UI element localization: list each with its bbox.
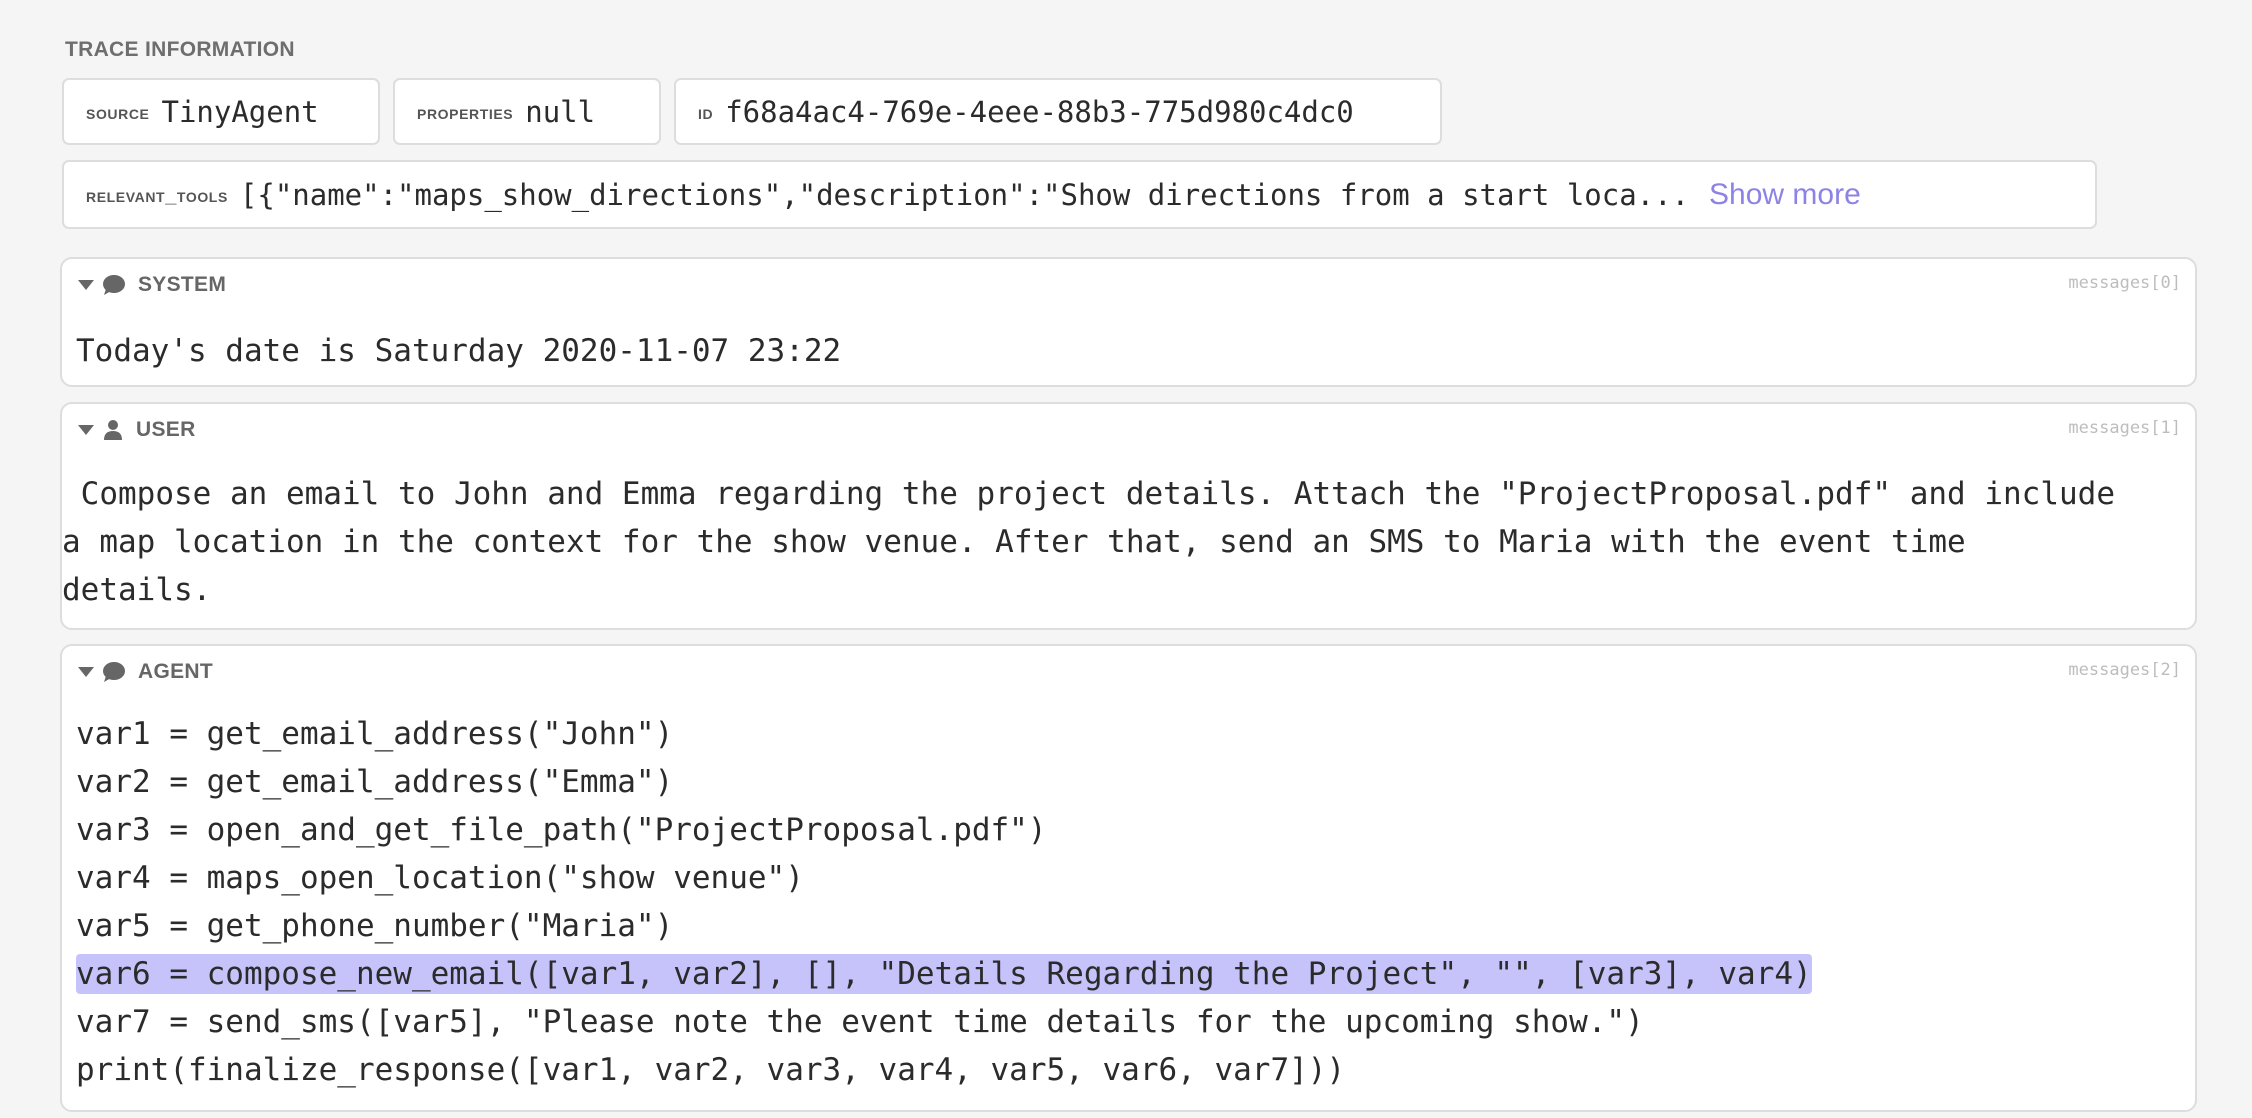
- code-line: var5 = get_phone_number("Maria"): [76, 908, 674, 944]
- speech-bubble-icon: [103, 275, 125, 295]
- agent-code-block: var1 = get_email_address("John") var2 = …: [76, 710, 2181, 1094]
- code-line: var4 = maps_open_location("show venue"): [76, 860, 804, 896]
- properties-key: properties: [417, 102, 514, 124]
- message-header-toggle[interactable]: USER: [78, 418, 196, 442]
- relevant-tools-chip: relevant_tools [{"name":"maps_show_direc…: [62, 160, 2097, 229]
- message-card-agent: AGENT messages[2] var1 = get_email_addre…: [60, 644, 2197, 1112]
- caret-down-icon: [78, 667, 94, 677]
- id-chip: id f68a4ac4-769e-4eee-88b3-775d980c4dc0: [674, 78, 1442, 145]
- code-line-highlighted: var6 = compose_new_email([var1, var2], […: [76, 954, 1812, 994]
- message-header-toggle[interactable]: SYSTEM: [78, 273, 226, 297]
- properties-value: null: [525, 94, 596, 129]
- message-content: Compose an email to John and Emma regard…: [62, 476, 2116, 608]
- user-icon: [104, 420, 122, 440]
- message-index: messages[0]: [2068, 273, 2181, 293]
- source-key: source: [86, 102, 150, 124]
- relevant-tools-value: [{"name":"maps_show_directions","descrip…: [239, 177, 1690, 212]
- message-role: SYSTEM: [138, 273, 227, 296]
- source-value: TinyAgent: [161, 94, 319, 129]
- relevant-tools-key: relevant_tools: [86, 185, 228, 207]
- message-index: messages[2]: [2068, 660, 2181, 680]
- message-role: USER: [136, 418, 196, 441]
- id-value: f68a4ac4-769e-4eee-88b3-775d980c4dc0: [725, 94, 1354, 129]
- message-card-user: USER messages[1] Compose an email to Joh…: [60, 402, 2197, 630]
- code-line: var3 = open_and_get_file_path("ProjectPr…: [76, 812, 1047, 848]
- message-content: Today's date is Saturday 2020-11-07 23:2…: [76, 333, 842, 369]
- message-role: AGENT: [138, 660, 213, 683]
- speech-bubble-icon: [103, 662, 125, 682]
- message-header-toggle[interactable]: AGENT: [78, 660, 213, 684]
- section-title: TRACE INFORMATION: [65, 38, 295, 61]
- caret-down-icon: [78, 280, 94, 290]
- message-index: messages[1]: [2068, 418, 2181, 438]
- source-chip: source TinyAgent: [62, 78, 380, 145]
- code-line: print(finalize_response([var1, var2, var…: [76, 1052, 1346, 1088]
- properties-chip: properties null: [393, 78, 661, 145]
- code-line: var1 = get_email_address("John"): [76, 716, 674, 752]
- id-key: id: [698, 102, 714, 124]
- show-more-link[interactable]: Show more: [1709, 178, 1861, 212]
- message-card-system: SYSTEM messages[0] Today's date is Satur…: [60, 257, 2197, 387]
- code-line: var2 = get_email_address("Emma"): [76, 764, 674, 800]
- code-line: var7 = send_sms([var5], "Please note the…: [76, 1004, 1644, 1040]
- caret-down-icon: [78, 425, 94, 435]
